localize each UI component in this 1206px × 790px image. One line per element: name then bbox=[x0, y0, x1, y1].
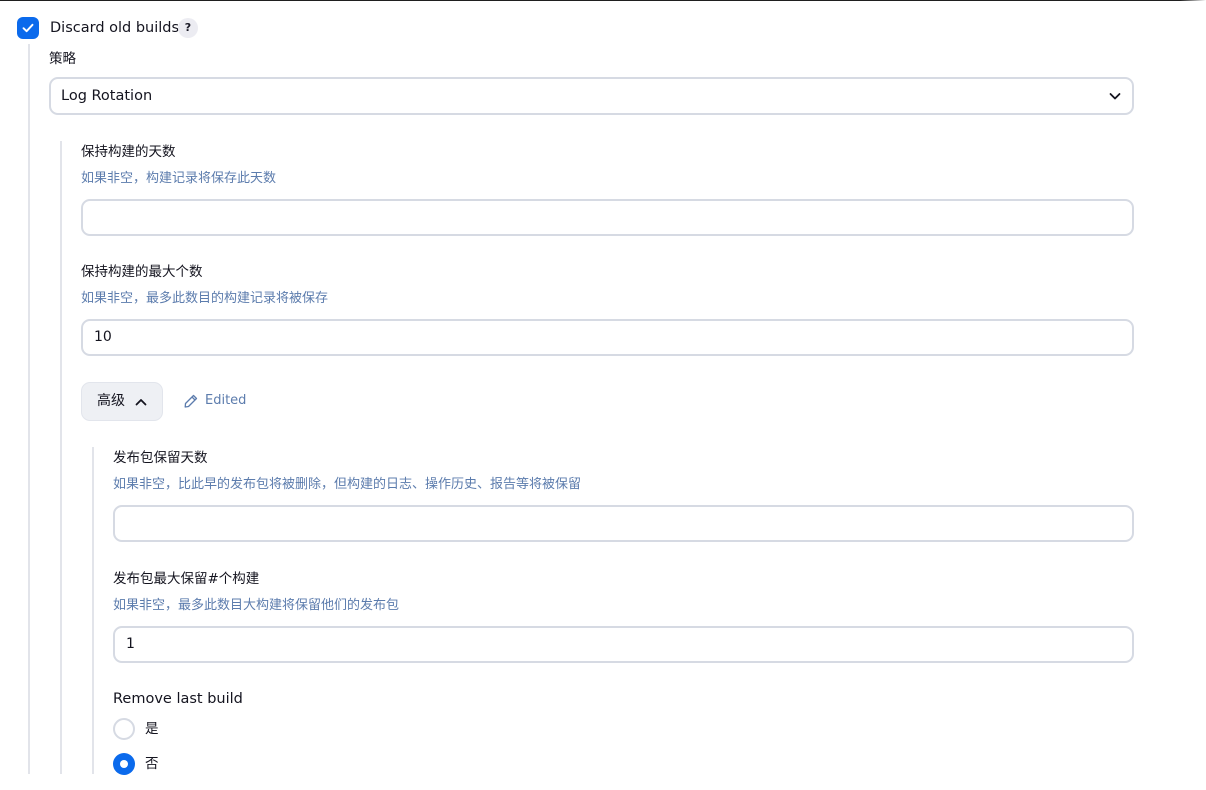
advanced-guide-line bbox=[92, 447, 94, 774]
days-to-keep-description: 如果非空，构建记录将保存此天数 bbox=[81, 171, 277, 186]
advanced-button-label: 高级 bbox=[97, 393, 125, 409]
checkmark-icon bbox=[22, 23, 34, 33]
strategy-selected-value: Log Rotation bbox=[61, 88, 153, 104]
strategy-guide-line bbox=[60, 141, 62, 774]
strategy-select[interactable]: Log Rotation bbox=[49, 77, 1134, 115]
artifact-days-description: 如果非空，比此早的发布包将被删除，但构建的日志、操作历史、报告等将被保留 bbox=[113, 477, 582, 492]
discard-old-builds-checkbox[interactable] bbox=[17, 17, 39, 39]
artifact-num-input[interactable]: 1 bbox=[113, 626, 1134, 663]
num-to-keep-description: 如果非空，最多此数目的构建记录将被保存 bbox=[81, 291, 329, 306]
radio-no-label[interactable]: 否 bbox=[145, 755, 159, 773]
artifact-num-label: 发布包最大保留#个构建 bbox=[113, 571, 260, 587]
top-border bbox=[0, 0, 1206, 1]
edited-label: Edited bbox=[205, 393, 247, 408]
days-to-keep-label: 保持构建的天数 bbox=[81, 144, 176, 160]
artifact-days-label: 发布包保留天数 bbox=[113, 450, 208, 466]
advanced-button[interactable]: 高级 bbox=[81, 382, 163, 421]
artifact-num-description: 如果非空，最多此数目大构建将保留他们的发布包 bbox=[113, 598, 400, 613]
radio-yes-label[interactable]: 是 bbox=[145, 720, 159, 738]
pencil-icon bbox=[184, 394, 198, 408]
top-border-fade bbox=[1180, 0, 1206, 1]
help-icon[interactable]: ? bbox=[178, 18, 198, 38]
section-guide-line bbox=[28, 44, 30, 774]
discard-old-builds-label[interactable]: Discard old builds bbox=[50, 18, 179, 38]
artifact-days-input[interactable] bbox=[113, 505, 1134, 542]
strategy-label: 策略 bbox=[49, 51, 76, 67]
radio-no[interactable] bbox=[113, 753, 135, 775]
days-to-keep-input[interactable] bbox=[81, 199, 1134, 236]
num-to-keep-label: 保持构建的最大个数 bbox=[81, 264, 203, 280]
chevron-down-icon bbox=[1109, 93, 1121, 100]
chevron-up-icon bbox=[135, 399, 147, 406]
radio-yes[interactable] bbox=[113, 718, 135, 740]
remove-last-build-label: Remove last build bbox=[113, 691, 243, 707]
num-to-keep-input[interactable]: 10 bbox=[81, 319, 1134, 356]
